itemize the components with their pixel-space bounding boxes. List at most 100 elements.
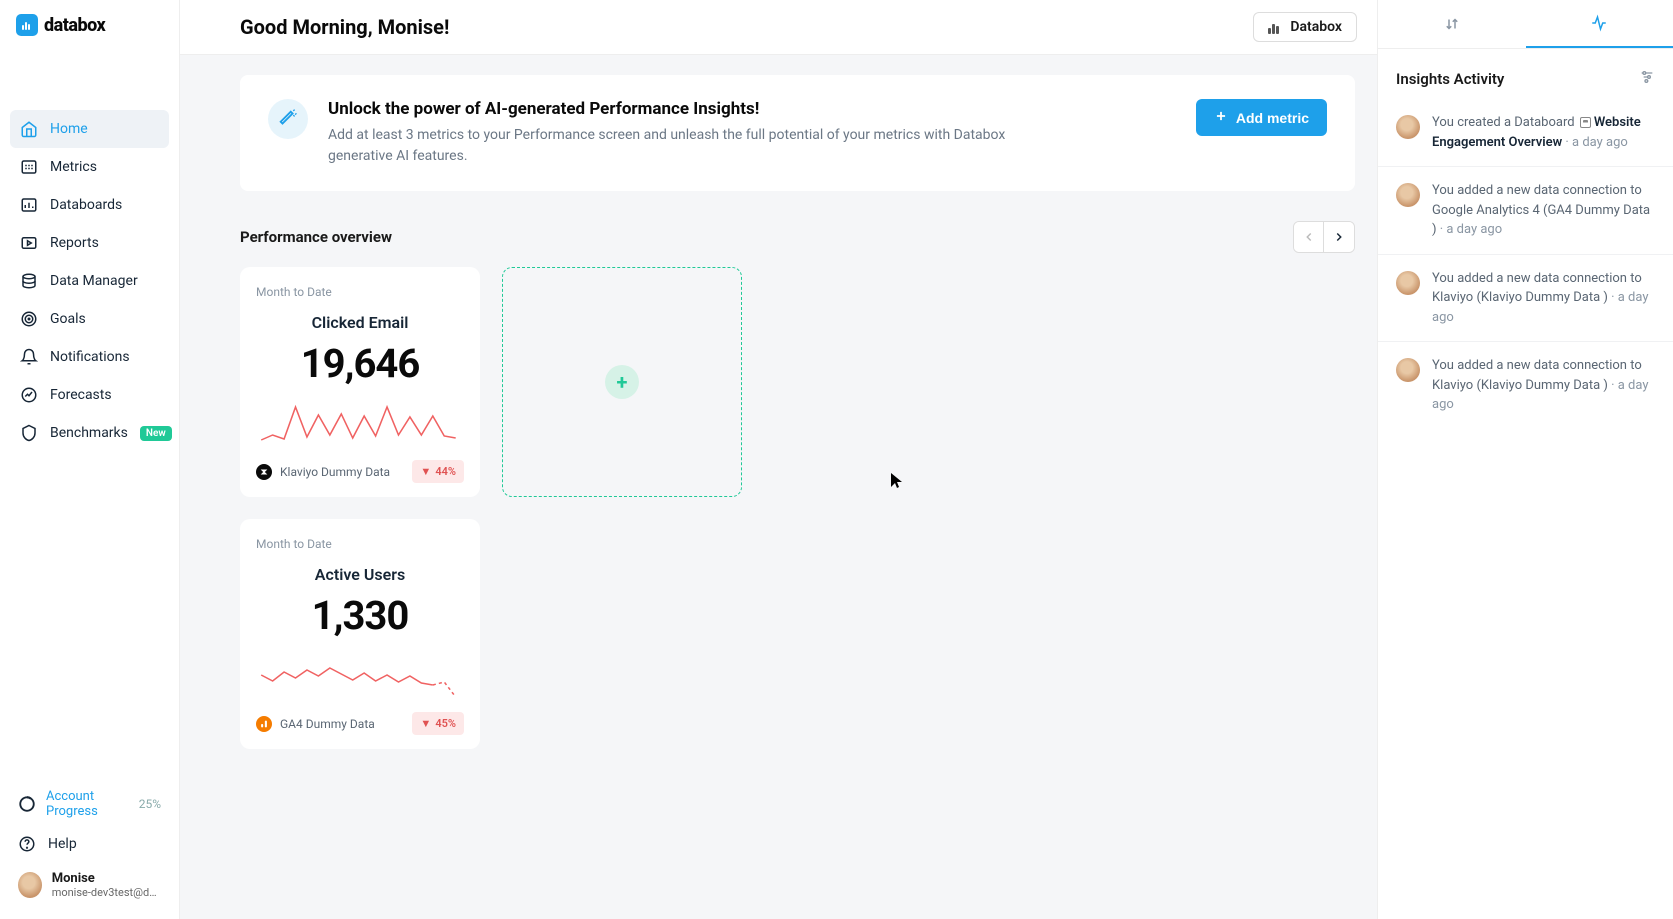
sidebar-item-data-manager[interactable]: Data Manager [10,262,169,300]
tab-sort[interactable] [1378,0,1526,48]
sidebar: databox Home Metrics Databoards [0,0,180,919]
delta-badge: ▼ 44% [412,460,464,483]
progress-icon [18,795,36,813]
sidebar-item-home[interactable]: Home [10,110,169,148]
filter-settings-button[interactable] [1639,69,1655,89]
ai-insights-banner: Unlock the power of AI-generated Perform… [240,75,1355,191]
user-name: Monise [52,871,161,886]
help-icon [18,835,36,853]
sidebar-item-help[interactable]: Help [14,827,165,861]
card-value: 1,330 [256,592,464,639]
section-title: Performance overview [240,228,392,246]
account-progress[interactable]: Account Progress 25% [14,781,165,827]
plus-circle-icon: + [605,365,639,399]
add-metric-card[interactable]: + [502,267,742,497]
avatar [1396,271,1420,295]
avatar [1396,115,1420,139]
card-title: Clicked Email [256,313,464,332]
logo-icon [16,14,38,36]
card-value: 19,646 [256,340,464,387]
placeholder-card [764,267,1004,497]
metric-card-active-users[interactable]: Month to Date Active Users 1,330 GA4 Dum… [240,519,480,749]
placeholder-card [502,519,742,749]
company-selector[interactable]: Databox [1253,12,1357,42]
nav-label: Forecasts [50,387,112,403]
logo[interactable]: databox [0,0,179,50]
magic-wand-icon [268,99,308,139]
source-label: Klaviyo Dummy Data [280,465,390,479]
card-period: Month to Date [256,285,464,299]
activity-item[interactable]: You added a new data connection to Klavi… [1378,255,1673,343]
carousel-nav [1293,221,1355,253]
activity-prefix: You created a Databoard [1432,115,1578,130]
cursor-icon [890,472,904,494]
sidebar-item-metrics[interactable]: Metrics [10,148,169,186]
delta-value: 44% [435,465,456,478]
panel-tabs [1378,0,1673,49]
metric-card-clicked-email[interactable]: Month to Date Clicked Email 19,646 Klavi… [240,267,480,497]
sidebar-item-forecasts[interactable]: Forecasts [10,376,169,414]
nav-label: Data Manager [50,273,138,289]
databoards-icon [20,196,38,214]
content-area: Unlock the power of AI-generated Perform… [180,55,1377,919]
topbar: Good Morning, Monise! Databox [180,0,1377,55]
user-email: monise-dev3test@datab... [52,886,161,899]
databoard-icon [1580,117,1591,128]
prev-button[interactable] [1294,222,1324,252]
avatar [1396,183,1420,207]
placeholder-card [1026,519,1266,749]
next-button[interactable] [1324,222,1354,252]
sidebar-bottom: Account Progress 25% Help Monise monise-… [0,771,179,919]
sidebar-item-databoards[interactable]: Databoards [10,186,169,224]
panel-title: Insights Activity [1396,70,1504,88]
nav-label: Goals [50,311,86,327]
sidebar-item-notifications[interactable]: Notifications [10,338,169,376]
ga4-icon [256,716,272,732]
activity-list: You created a Databoard Website Engageme… [1378,99,1673,919]
add-metric-label: Add metric [1236,110,1309,126]
source-label: GA4 Dummy Data [280,717,375,731]
user-profile[interactable]: Monise monise-dev3test@datab... [14,861,165,909]
sidebar-item-benchmarks[interactable]: Benchmarks New [10,414,169,452]
performance-header: Performance overview [240,221,1355,253]
activity-item[interactable]: You created a Databoard Website Engageme… [1378,99,1673,167]
benchmarks-icon [20,424,38,442]
notifications-icon [20,348,38,366]
sparkline-chart [256,395,464,455]
metrics-icon [20,158,38,176]
klaviyo-icon [256,464,272,480]
tab-activity[interactable] [1526,0,1673,48]
banner-description: Add at least 3 metrics to your Performan… [328,125,1048,167]
nav-label: Databoards [50,197,122,213]
panel-header: Insights Activity [1378,49,1673,99]
sparkline-chart [256,647,464,707]
activity-item[interactable]: You added a new data connection to Googl… [1378,167,1673,255]
page-title: Good Morning, Monise! [240,15,449,39]
banner-title: Unlock the power of AI-generated Perform… [328,99,1176,119]
placeholder-card [1026,267,1266,497]
activity-item[interactable]: You added a new data connection to Klavi… [1378,342,1673,429]
nav-label: Home [50,121,88,137]
nav-label: Benchmarks [50,425,128,441]
delta-badge: ▼ 45% [412,712,464,735]
company-name: Databox [1290,19,1342,35]
add-metric-button[interactable]: Add metric [1196,99,1327,136]
chart-icon [1268,20,1282,34]
main-content: Good Morning, Monise! Databox Unlock the… [180,0,1377,919]
plus-icon [1214,109,1228,126]
sidebar-item-reports[interactable]: Reports [10,224,169,262]
nav-label: Metrics [50,159,97,175]
delta-value: 45% [435,717,456,730]
goals-icon [20,310,38,328]
new-badge: New [140,426,172,441]
help-label: Help [48,836,77,852]
insights-panel: Insights Activity You created a Databoar… [1377,0,1673,919]
data-manager-icon [20,272,38,290]
activity-time: · a day ago [1562,135,1628,150]
sidebar-item-goals[interactable]: Goals [10,300,169,338]
logo-text: databox [44,15,105,36]
avatar [18,872,42,898]
nav-label: Notifications [50,349,130,365]
card-period: Month to Date [256,537,464,551]
account-progress-pct: 25% [139,797,161,811]
